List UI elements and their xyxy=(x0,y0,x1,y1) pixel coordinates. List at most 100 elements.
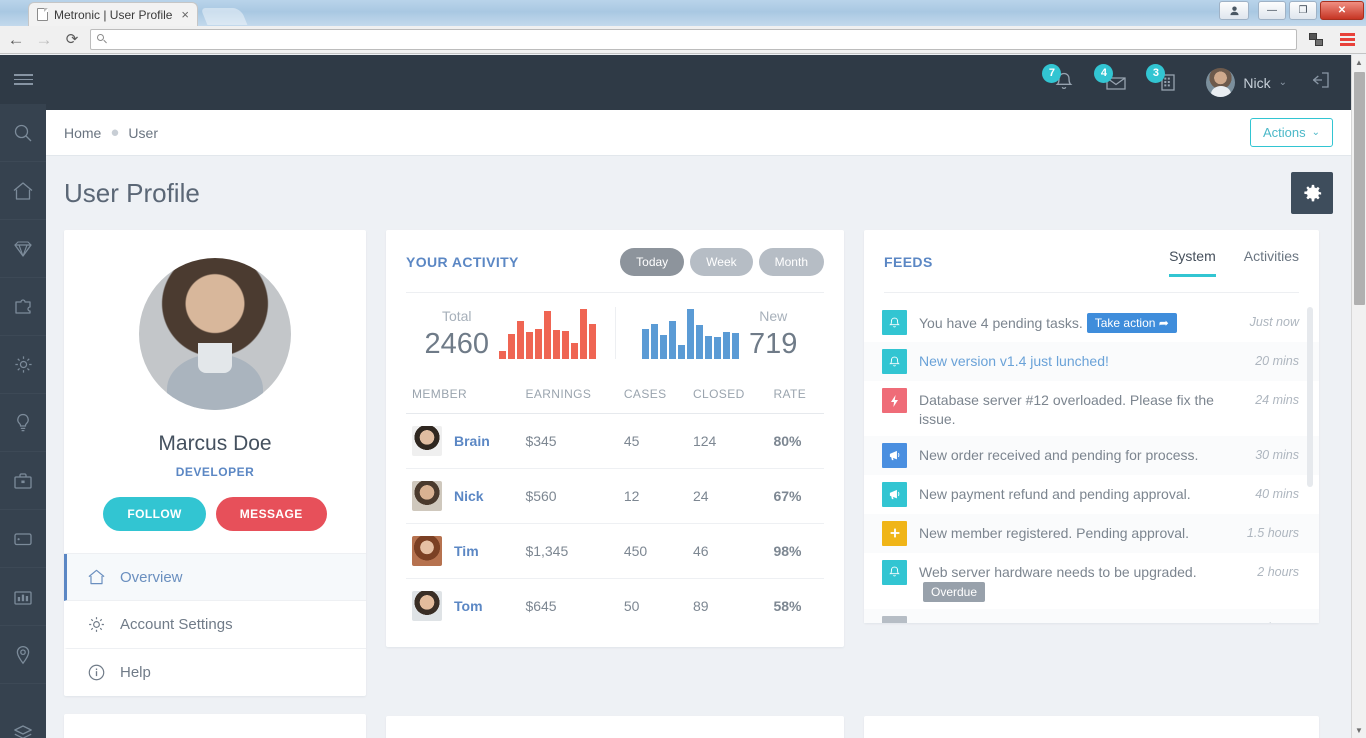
sidebar-item-help[interactable]: Help xyxy=(64,649,366,696)
feeds-card: FEEDS System Activities You have 4 pendi… xyxy=(864,230,1319,623)
table-row[interactable]: Tom $645 50 89 58% xyxy=(406,578,824,633)
chart-bar xyxy=(571,343,578,359)
feed-item[interactable]: Prod01 database server is overloaded 90%… xyxy=(864,608,1319,623)
chart-bar xyxy=(660,335,668,359)
tab-activities[interactable]: Activities xyxy=(1244,248,1299,276)
profile-person-icon[interactable] xyxy=(1219,1,1249,20)
breadcrumb-separator-icon: ● xyxy=(110,124,120,141)
sidebar-item-features[interactable] xyxy=(0,220,46,278)
forward-icon[interactable]: → xyxy=(34,31,54,48)
new-sparkline-chart xyxy=(642,307,740,359)
feed-item-text: Prod01 database server is overloaded 90%… xyxy=(919,616,1245,623)
tab-system[interactable]: System xyxy=(1169,248,1216,277)
notifications-button[interactable]: 7 xyxy=(1042,63,1080,98)
cell-cases: 450 xyxy=(617,523,687,579)
sidebar-item-components[interactable] xyxy=(0,278,46,336)
cell-rate: 80% xyxy=(767,413,824,469)
window-maximize-button[interactable]: ❐ xyxy=(1289,1,1317,20)
column-header-cases: CASES xyxy=(623,387,667,401)
bell-icon xyxy=(882,559,907,585)
feed-item-chip[interactable]: Take action ➦ xyxy=(1086,313,1177,334)
gear-icon xyxy=(1303,184,1321,201)
customer-support-card: CUSTOMER SUPPORT 45 pending xyxy=(386,716,844,738)
feed-item-chip[interactable]: Overdue xyxy=(923,581,986,602)
tasks-button[interactable]: 3 xyxy=(1146,63,1184,98)
sidebar-item-portfolio[interactable] xyxy=(0,452,46,510)
gear-icon xyxy=(89,617,104,632)
total-stat: Total 2460 xyxy=(406,307,615,359)
message-button[interactable]: MESSAGE xyxy=(215,497,327,531)
page-settings-button[interactable] xyxy=(1291,172,1333,214)
feed-item[interactable]: New order received and pending for proce… xyxy=(864,435,1319,475)
feeds-scrollbar[interactable] xyxy=(1307,307,1313,487)
actions-button[interactable]: Actions ⌄ xyxy=(1249,118,1333,147)
scrollbar-thumb[interactable] xyxy=(1354,72,1365,305)
feed-item-time: 24 mins xyxy=(1255,393,1299,407)
follow-button[interactable]: FOLLOW xyxy=(103,497,206,531)
range-today-button[interactable]: Today xyxy=(620,248,685,276)
activity-card: YOUR ACTIVITY Today Week Month Total 246… xyxy=(386,230,844,647)
home-icon xyxy=(13,181,33,200)
tasks-badge: 3 xyxy=(1146,63,1166,83)
sidebar-item-ideas[interactable] xyxy=(0,394,46,452)
sidebar-item-layers[interactable] xyxy=(0,704,46,738)
feed-item[interactable]: New payment refund and pending approval.… xyxy=(864,475,1319,514)
address-bar[interactable] xyxy=(90,29,1297,50)
member-name-link[interactable]: Tom xyxy=(454,598,483,614)
window-close-button[interactable]: ✕ xyxy=(1320,1,1364,20)
feed-item[interactable]: New version v1.4 just lunched! 20 mins xyxy=(864,342,1319,381)
feeds-list: You have 4 pending tasks. Take action ➦ Ju… xyxy=(864,293,1319,623)
table-row[interactable]: Nick $560 12 24 67% xyxy=(406,468,824,524)
page-scrollbar[interactable]: ▲ ▼ xyxy=(1351,55,1366,738)
page-title: User Profile xyxy=(64,177,200,208)
back-icon[interactable]: ← xyxy=(6,31,26,48)
range-week-button[interactable]: Week xyxy=(690,248,753,276)
range-month-button[interactable]: Month xyxy=(758,248,824,276)
breadcrumb-home[interactable]: Home xyxy=(64,125,101,141)
feeds-title: FEEDS xyxy=(884,254,933,270)
page-header: User Profile xyxy=(46,156,1351,230)
member-name-link[interactable]: Nick xyxy=(454,488,484,504)
bell-icon xyxy=(882,349,907,374)
column-header-closed: CLOSED xyxy=(692,387,745,401)
sidebar-item-dashboard[interactable] xyxy=(0,162,46,220)
browser-tab[interactable]: Metronic | User Profile × xyxy=(28,2,198,26)
total-value: 2460 xyxy=(424,328,489,360)
cell-member: Tim xyxy=(406,523,520,579)
reload-icon[interactable]: ⟳ xyxy=(62,32,82,47)
chart-bar xyxy=(517,321,524,359)
member-name-link[interactable]: Brain xyxy=(454,433,490,449)
sidebar-item-maps[interactable] xyxy=(0,626,46,684)
sidebar-toggle-button[interactable] xyxy=(0,55,46,104)
scroll-down-arrow-icon[interactable]: ▼ xyxy=(1352,723,1366,738)
bar-chart-icon xyxy=(14,590,32,605)
table-row[interactable]: Brain $345 45 124 80% xyxy=(406,413,824,469)
table-row[interactable]: Tim $1,345 450 46 98% xyxy=(406,523,824,579)
member-name-link[interactable]: Tim xyxy=(454,543,479,559)
browser-menu-icon[interactable] xyxy=(1335,33,1360,46)
sidebar-item-overview[interactable]: Overview xyxy=(64,554,366,601)
feed-item[interactable]: You have 4 pending tasks. Take action ➦ Ju… xyxy=(864,303,1319,342)
feed-item-text: Database server #12 overloaded. Please f… xyxy=(919,392,1214,427)
logout-button[interactable] xyxy=(1309,69,1333,96)
tab-close-icon[interactable]: × xyxy=(181,8,189,21)
sync-account-icon[interactable] xyxy=(1305,29,1327,50)
window-minimize-button[interactable]: — xyxy=(1258,1,1286,20)
sidebar-item-charts[interactable] xyxy=(0,568,46,626)
sidebar-item-search[interactable] xyxy=(0,104,46,162)
wallet-icon xyxy=(14,532,32,545)
user-menu[interactable]: Nick ⌄ xyxy=(1206,68,1287,97)
url-input[interactable] xyxy=(114,32,1290,47)
chart-bar xyxy=(508,334,515,359)
feed-item[interactable]: New member registered. Pending approval.… xyxy=(864,513,1319,553)
sidebar-item-wallet[interactable] xyxy=(0,510,46,568)
sidebar-item-settings[interactable] xyxy=(0,336,46,394)
scroll-up-arrow-icon[interactable]: ▲ xyxy=(1352,55,1366,70)
sidebar-item-account-settings[interactable]: Account Settings xyxy=(64,601,366,649)
new-tab-button[interactable] xyxy=(200,8,248,25)
feed-item[interactable]: Database server #12 overloaded. Please f… xyxy=(864,381,1319,436)
chevron-down-icon: ⌄ xyxy=(1278,77,1287,88)
messages-button[interactable]: 4 xyxy=(1094,63,1132,98)
feed-item[interactable]: Web server hardware needs to be upgraded… xyxy=(864,553,1319,609)
feeds-column: FEEDS System Activities You have 4 pendi… xyxy=(864,230,1319,738)
